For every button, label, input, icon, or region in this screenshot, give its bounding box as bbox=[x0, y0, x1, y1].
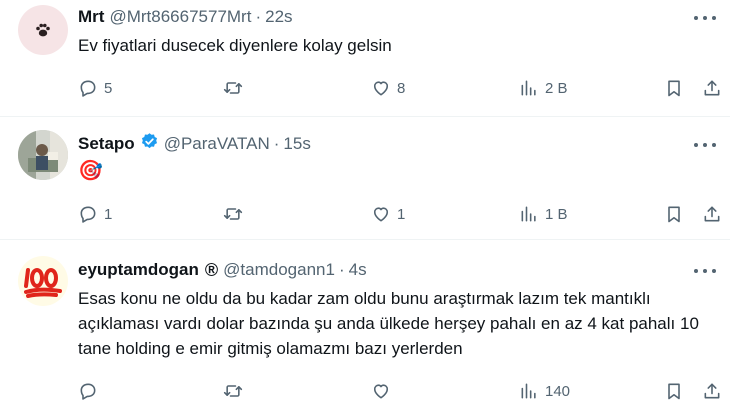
tweet-header: Mrt @Mrt86667577Mrt · 22s bbox=[78, 6, 293, 28]
views-count: 140 bbox=[545, 382, 571, 400]
retweet-button[interactable] bbox=[223, 378, 249, 404]
views-chart-icon bbox=[521, 80, 536, 96]
display-name[interactable]: eyuptamdogan bbox=[78, 260, 199, 280]
bookmark-icon bbox=[668, 206, 680, 223]
user-handle[interactable]: @tamdogann1 bbox=[223, 260, 335, 280]
retweet-button[interactable] bbox=[223, 201, 249, 227]
registered-symbol: ® bbox=[204, 259, 219, 280]
like-button[interactable] bbox=[371, 378, 397, 404]
bookmark-button[interactable] bbox=[664, 75, 684, 101]
views-button[interactable]: 140 bbox=[519, 378, 570, 404]
separator-dot: · bbox=[338, 260, 345, 279]
reply-button[interactable]: 1 bbox=[78, 201, 112, 227]
profile-photo bbox=[18, 130, 68, 180]
retweet-icon bbox=[223, 385, 243, 397]
tweet[interactable]: eyuptamdogan ® @tamdogann1 · 4s Esas kon… bbox=[0, 240, 730, 420]
bookmark-button[interactable] bbox=[664, 378, 684, 404]
reply-count: 5 bbox=[104, 79, 113, 97]
reply-button[interactable]: 5 bbox=[78, 75, 112, 101]
separator-dot: · bbox=[273, 134, 280, 153]
reply-button[interactable] bbox=[78, 378, 104, 404]
views-count: 1 B bbox=[545, 205, 568, 223]
tweet[interactable]: Setapo @ParaVATAN · 15s 🎯 1 1 1 B bbox=[0, 117, 730, 240]
user-handle[interactable]: @Mrt86667577Mrt bbox=[109, 7, 251, 27]
more-options-icon[interactable] bbox=[694, 140, 716, 150]
tweet-text: Ev fiyatlari dusecek diyenlere kolay gel… bbox=[78, 36, 392, 55]
share-icon bbox=[704, 206, 720, 222]
reply-icon bbox=[80, 206, 96, 223]
tweet-text: 🎯 bbox=[78, 160, 103, 182]
views-count: 2 B bbox=[545, 79, 568, 97]
views-button[interactable]: 1 B bbox=[519, 201, 568, 227]
display-name[interactable]: Setapo bbox=[78, 134, 135, 154]
more-options-icon[interactable] bbox=[694, 266, 716, 276]
tweet-text: Esas konu ne oldu da bu kadar zam oldu b… bbox=[78, 289, 699, 358]
heart-icon bbox=[373, 384, 389, 399]
avatar[interactable] bbox=[18, 130, 68, 180]
like-count: 8 bbox=[397, 79, 406, 97]
action-bar: 1 1 1 B bbox=[78, 201, 722, 227]
tweet-header: eyuptamdogan ® @tamdogann1 · 4s bbox=[78, 259, 367, 281]
action-bar: 140 bbox=[78, 378, 722, 404]
separator-dot: · bbox=[255, 7, 262, 26]
heart-icon bbox=[373, 207, 389, 222]
like-button[interactable]: 1 bbox=[371, 201, 405, 227]
timestamp[interactable]: 4s bbox=[349, 260, 367, 280]
retweet-button[interactable] bbox=[223, 75, 249, 101]
display-name[interactable]: Mrt bbox=[78, 7, 104, 27]
tweet[interactable]: Mrt @Mrt86667577Mrt · 22s Ev fiyatlari d… bbox=[0, 0, 730, 117]
avatar[interactable] bbox=[18, 256, 68, 306]
like-count: 1 bbox=[397, 205, 406, 223]
reply-icon bbox=[80, 80, 96, 97]
share-button[interactable] bbox=[702, 75, 722, 101]
timestamp[interactable]: 22s bbox=[265, 7, 292, 27]
tweet-header: Setapo @ParaVATAN · 15s bbox=[78, 133, 311, 155]
bookmark-icon bbox=[668, 383, 680, 400]
retweet-icon bbox=[223, 82, 243, 94]
timestamp[interactable]: 15s bbox=[283, 134, 310, 154]
bookmark-button[interactable] bbox=[664, 201, 684, 227]
bookmark-icon bbox=[668, 80, 680, 97]
heart-icon bbox=[373, 81, 389, 96]
hundred-points-icon bbox=[24, 268, 62, 298]
share-button[interactable] bbox=[702, 378, 722, 404]
avatar[interactable] bbox=[18, 5, 68, 55]
reply-count: 1 bbox=[104, 205, 113, 223]
reply-icon bbox=[80, 383, 96, 400]
share-icon bbox=[704, 383, 720, 399]
views-chart-icon bbox=[521, 383, 536, 399]
verified-badge-icon bbox=[140, 132, 159, 156]
share-button[interactable] bbox=[702, 201, 722, 227]
paw-icon bbox=[36, 23, 50, 37]
like-button[interactable]: 8 bbox=[371, 75, 405, 101]
share-icon bbox=[704, 80, 720, 96]
retweet-icon bbox=[223, 208, 243, 220]
user-handle[interactable]: @ParaVATAN bbox=[164, 134, 270, 154]
action-bar: 5 8 2 B bbox=[78, 75, 722, 101]
views-button[interactable]: 2 B bbox=[519, 75, 568, 101]
views-chart-icon bbox=[521, 206, 536, 222]
more-options-icon[interactable] bbox=[694, 13, 716, 23]
